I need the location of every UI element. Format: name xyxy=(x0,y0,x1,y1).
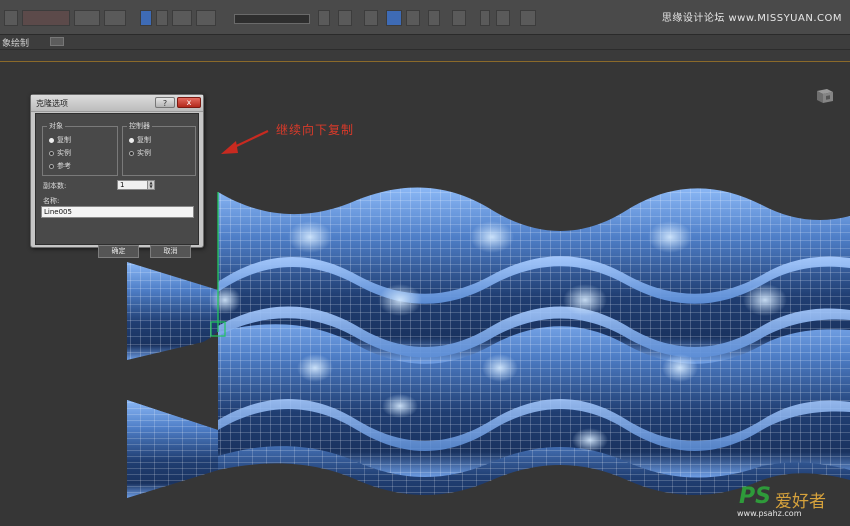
watermark-url: www.psahz.com xyxy=(737,509,802,518)
object-group-legend: 对象 xyxy=(47,121,65,131)
ok-button[interactable]: 确定 xyxy=(98,245,139,258)
viewcube-icon[interactable] xyxy=(813,87,835,105)
radio-selected-icon xyxy=(129,137,134,143)
controller-instance-label: 实例 xyxy=(137,149,151,157)
controller-copy-label: 复制 xyxy=(137,136,151,144)
object-reference-label: 参考 xyxy=(57,162,71,170)
annotation-arrow xyxy=(221,130,269,154)
dialog-title: 克隆选项 xyxy=(36,99,68,108)
object-instance-radio[interactable]: 实例 xyxy=(49,148,71,158)
spinner-arrows-icon[interactable]: ▲ ▼ xyxy=(147,181,154,189)
cancel-button[interactable]: 取消 xyxy=(150,245,191,258)
close-button[interactable]: x xyxy=(177,97,201,108)
copies-label: 副本数: xyxy=(43,182,67,190)
object-group: 对象 复制 实例 参考 xyxy=(42,121,118,176)
controller-instance-radio[interactable]: 实例 xyxy=(129,148,151,158)
name-label: 名称: xyxy=(43,197,60,205)
watermark-logo: PS 爱好者 www.psahz.com xyxy=(733,484,843,520)
controller-group-legend: 控制器 xyxy=(127,121,152,131)
object-copy-label: 复制 xyxy=(57,136,71,144)
wave-band-left-extension-wireframe xyxy=(127,262,218,360)
watermark-ps: PS xyxy=(739,484,771,509)
radio-empty-icon xyxy=(49,163,54,169)
controller-copy-radio[interactable]: 复制 xyxy=(129,135,151,145)
radio-empty-icon xyxy=(129,150,134,156)
radio-empty-icon xyxy=(49,150,54,156)
dialog-title-bar[interactable]: 克隆选项 ? x xyxy=(31,95,203,112)
name-field[interactable]: Line005 xyxy=(41,206,194,218)
help-button[interactable]: ? xyxy=(155,97,175,108)
object-reference-radio[interactable]: 参考 xyxy=(49,161,71,171)
clone-options-dialog: 克隆选项 ? x 对象 复制 实例 参考 控制器 复制 实例 副本数: 名称: … xyxy=(30,94,204,258)
controller-group: 控制器 复制 实例 xyxy=(122,121,196,176)
annotation-text: 继续向下复制 xyxy=(276,123,355,137)
radio-selected-icon xyxy=(49,137,54,143)
copies-spinner[interactable]: 1 ▲ ▼ xyxy=(117,180,155,190)
wave-mesh-scene[interactable] xyxy=(0,0,850,525)
object-instance-label: 实例 xyxy=(57,149,71,157)
copies-value: 1 xyxy=(120,181,125,189)
dialog-body: 对象 复制 实例 参考 控制器 复制 实例 副本数: 名称: 确定 取消 xyxy=(35,113,199,258)
object-copy-radio[interactable]: 复制 xyxy=(49,135,71,145)
wave-band-lower-left-wireframe xyxy=(127,400,218,498)
